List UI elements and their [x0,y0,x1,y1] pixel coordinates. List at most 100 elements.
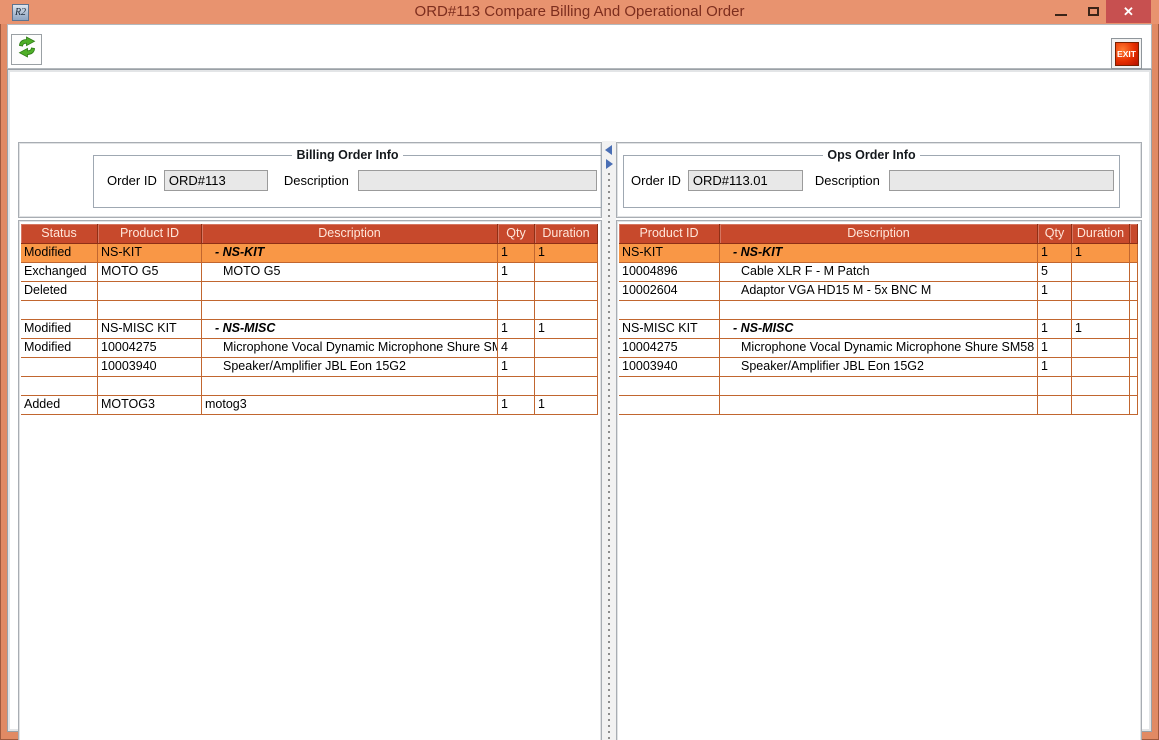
ops-table: Product IDDescriptionQtyDurationNS-KIT- … [619,224,1138,415]
cell-product_id: 10004275 [98,339,202,358]
cell-product_id: 10004275 [619,339,720,358]
exit-button[interactable]: EXIT [1111,38,1142,69]
cell-product_id [98,282,202,301]
table-row[interactable]: 10003940Speaker/Amplifier JBL Eon 15G21 [619,358,1138,377]
billing-description-field[interactable] [358,170,597,191]
cell-filler [1130,358,1138,377]
column-header-description[interactable]: Description [720,224,1038,244]
table-header-row: StatusProduct IDDescriptionQtyDuration [21,224,598,244]
cell-qty [1038,396,1072,415]
cell-duration: 1 [535,320,598,339]
column-header-description[interactable]: Description [202,224,498,244]
column-header-duration[interactable]: Duration [1072,224,1130,244]
cell-qty: 1 [1038,282,1072,301]
cell-description: Speaker/Amplifier JBL Eon 15G2 [720,358,1038,377]
collapse-left-icon[interactable] [605,145,612,155]
refresh-button[interactable] [11,34,42,65]
column-header-product-id[interactable]: Product ID [619,224,720,244]
cell-status: Deleted [21,282,98,301]
cell-qty: 4 [498,339,535,358]
cell-qty: 1 [1038,358,1072,377]
table-row[interactable]: 10002604Adaptor VGA HD15 M - 5x BNC M1 [619,282,1138,301]
cell-description: Microphone Vocal Dynamic Microphone Shur… [202,339,498,358]
cell-filler [1130,301,1138,320]
cell-duration [535,339,598,358]
ops-order-info-group: Ops Order Info Order ID ORD#113.01 Descr… [623,148,1120,208]
cell-filler [1130,282,1138,301]
cell-product_id [619,377,720,396]
cell-qty: 1 [498,396,535,415]
cell-qty: 1 [498,358,535,377]
minimize-button[interactable] [1046,0,1076,23]
column-header-status[interactable]: Status [21,224,98,244]
cell-description: MOTO G5 [202,263,498,282]
table-row[interactable]: AddedMOTOG3motog311 [21,396,598,415]
column-header-filler [1130,224,1138,244]
cell-description [720,396,1038,415]
cell-duration: 1 [535,396,598,415]
cell-filler [1130,263,1138,282]
table-row[interactable]: Modified10004275Microphone Vocal Dynamic… [21,339,598,358]
cell-description [202,377,498,396]
cell-status: Added [21,396,98,415]
table-row[interactable]: ExchangedMOTO G5MOTO G51 [21,263,598,282]
table-row[interactable]: 10003940Speaker/Amplifier JBL Eon 15G21 [21,358,598,377]
table-row[interactable] [619,377,1138,396]
table-row[interactable]: 10004275Microphone Vocal Dynamic Microph… [619,339,1138,358]
cell-description: motog3 [202,396,498,415]
table-row[interactable]: NS-MISC KIT- NS-MISC11 [619,320,1138,339]
table-row[interactable] [21,377,598,396]
column-header-product-id[interactable]: Product ID [98,224,202,244]
cell-qty: 1 [498,244,535,263]
cell-qty [1038,377,1072,396]
close-button[interactable]: ✕ [1106,0,1151,23]
maximize-icon [1088,7,1099,16]
divider-grip [608,173,610,740]
table-row[interactable]: 10004896Cable XLR F - M Patch5 [619,263,1138,282]
cell-description: - NS-KIT [202,244,498,263]
cell-qty: 1 [1038,320,1072,339]
billing-order-id-label: Order ID [107,173,157,188]
toolbar [7,24,1152,69]
cell-duration [1072,301,1130,320]
main-content: Billing Order Info Order ID ORD#113 Desc… [7,69,1152,732]
cell-duration [535,377,598,396]
table-row[interactable]: NS-KIT- NS-KIT11 [619,244,1138,263]
ops-order-id-field[interactable]: ORD#113.01 [688,170,803,191]
collapse-right-icon[interactable] [606,159,613,169]
titlebar: R2 ORD#113 Compare Billing And Operation… [0,0,1159,24]
cell-description: Microphone Vocal Dynamic Microphone Shur… [720,339,1038,358]
cell-product_id: MOTOG3 [98,396,202,415]
cell-product_id: 10004896 [619,263,720,282]
table-row[interactable]: ModifiedNS-KIT- NS-KIT11 [21,244,598,263]
cell-product_id [98,377,202,396]
table-row[interactable]: ModifiedNS-MISC KIT- NS-MISC11 [21,320,598,339]
cell-description [720,301,1038,320]
table-row[interactable]: Deleted [21,282,598,301]
billing-order-id-field[interactable]: ORD#113 [164,170,268,191]
cell-duration [1072,377,1130,396]
cell-qty: 1 [1038,244,1072,263]
cell-duration: 1 [535,244,598,263]
table-row[interactable] [619,301,1138,320]
cell-duration [535,282,598,301]
minimize-icon [1055,14,1067,16]
column-header-qty[interactable]: Qty [498,224,535,244]
cell-status: Modified [21,320,98,339]
cell-description: Speaker/Amplifier JBL Eon 15G2 [202,358,498,377]
cell-status [21,301,98,320]
cell-status: Modified [21,339,98,358]
split-divider[interactable] [602,141,616,740]
column-header-duration[interactable]: Duration [535,224,598,244]
maximize-button[interactable] [1078,0,1108,23]
cell-duration: 1 [1072,244,1130,263]
cell-duration [535,358,598,377]
table-row[interactable] [21,301,598,320]
column-header-qty[interactable]: Qty [1038,224,1072,244]
table-row[interactable] [619,396,1138,415]
cell-filler [1130,377,1138,396]
ops-description-field[interactable] [889,170,1114,191]
cell-filler [1130,244,1138,263]
cell-filler [1130,320,1138,339]
cell-product_id: 10003940 [98,358,202,377]
